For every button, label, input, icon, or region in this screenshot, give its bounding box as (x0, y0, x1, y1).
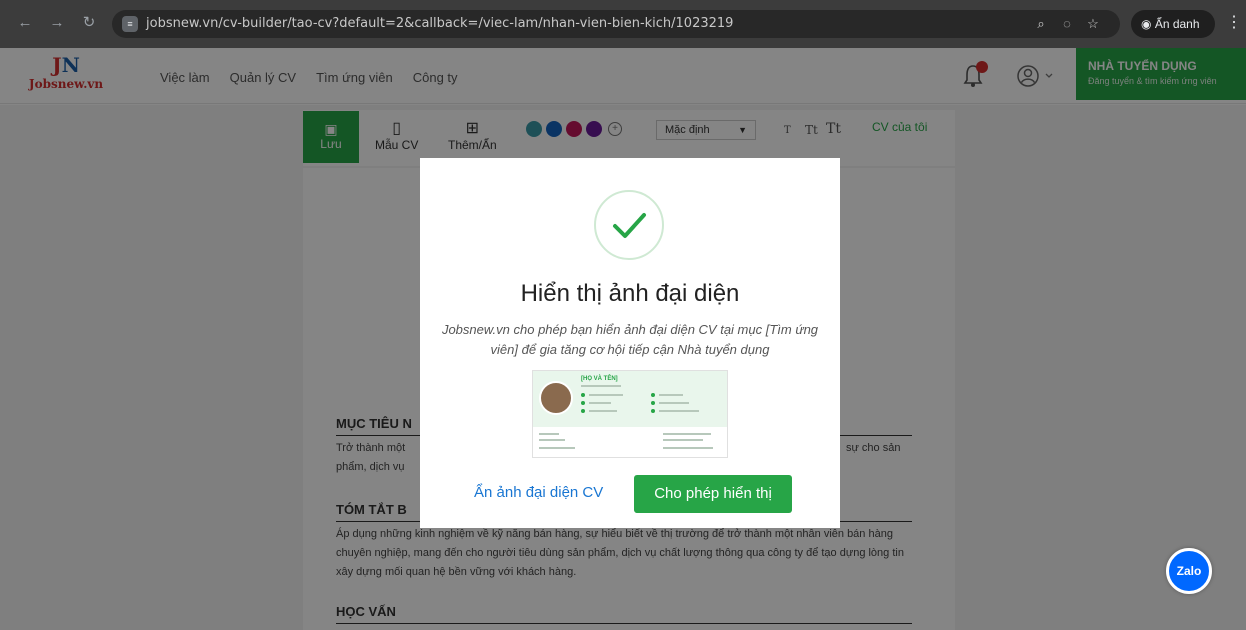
modal-description: Jobsnew.vn cho phép bạn hiển ảnh đại diệ… (441, 322, 819, 357)
preview-line (659, 410, 699, 412)
preview-line (663, 439, 703, 441)
incognito-label: Ẩn danh (1154, 17, 1200, 31)
preview-dot (581, 401, 585, 405)
preview-line (589, 402, 611, 404)
site-settings-icon[interactable]: ≡ (122, 16, 138, 32)
preview-dot (651, 409, 655, 413)
address-bar[interactable]: ≡ jobsnew.vn/cv-builder/tao-cv?default=2… (112, 10, 1120, 38)
avatar-display-modal: Hiển thị ảnh đại diện Jobsnew.vn cho phé… (420, 158, 840, 528)
preview-line (663, 447, 713, 449)
incognito-badge[interactable]: ◉ Ẩn danh (1131, 10, 1215, 38)
zalo-chat-button[interactable]: Zalo (1166, 548, 1212, 594)
reload-icon[interactable]: ↻ (78, 12, 100, 34)
success-check-icon (594, 190, 664, 260)
preview-line (539, 447, 575, 449)
preview-line (659, 394, 683, 396)
preview-dot (581, 393, 585, 397)
browser-menu-icon[interactable]: ⋮ (1226, 12, 1242, 32)
modal-title: Hiển thị ảnh đại diện (520, 280, 740, 307)
back-arrow-icon[interactable]: ← (14, 12, 36, 34)
preview-line (589, 410, 617, 412)
preview-line (539, 439, 565, 441)
preview-avatar (539, 381, 573, 415)
url-text[interactable]: jobsnew.vn/cv-builder/tao-cv?default=2&c… (146, 16, 733, 31)
preview-name: [HỌ VÀ TÊN] (581, 376, 618, 382)
hide-avatar-button[interactable]: Ẩn ảnh đại diện CV (474, 484, 603, 501)
browser-toolbar: ← → ↻ ≡ jobsnew.vn/cv-builder/tao-cv?def… (0, 0, 1246, 48)
preview-line (663, 433, 711, 435)
preview-line (539, 433, 559, 435)
cv-preview-image: [HỌ VÀ TÊN] (532, 370, 728, 458)
preview-line (581, 385, 621, 387)
zoom-icon[interactable]: ⌕ (1032, 15, 1050, 33)
allow-display-button[interactable]: Cho phép hiển thị (634, 475, 792, 513)
preview-dot (581, 409, 585, 413)
eye-slash-icon[interactable]: ◌ (1058, 15, 1076, 33)
incognito-icon: ◉ (1141, 17, 1155, 31)
preview-line (589, 394, 623, 396)
preview-dot (651, 393, 655, 397)
preview-line (659, 402, 689, 404)
preview-dot (651, 401, 655, 405)
forward-arrow-icon[interactable]: → (46, 12, 68, 34)
bookmark-star-icon[interactable]: ☆ (1084, 15, 1102, 33)
